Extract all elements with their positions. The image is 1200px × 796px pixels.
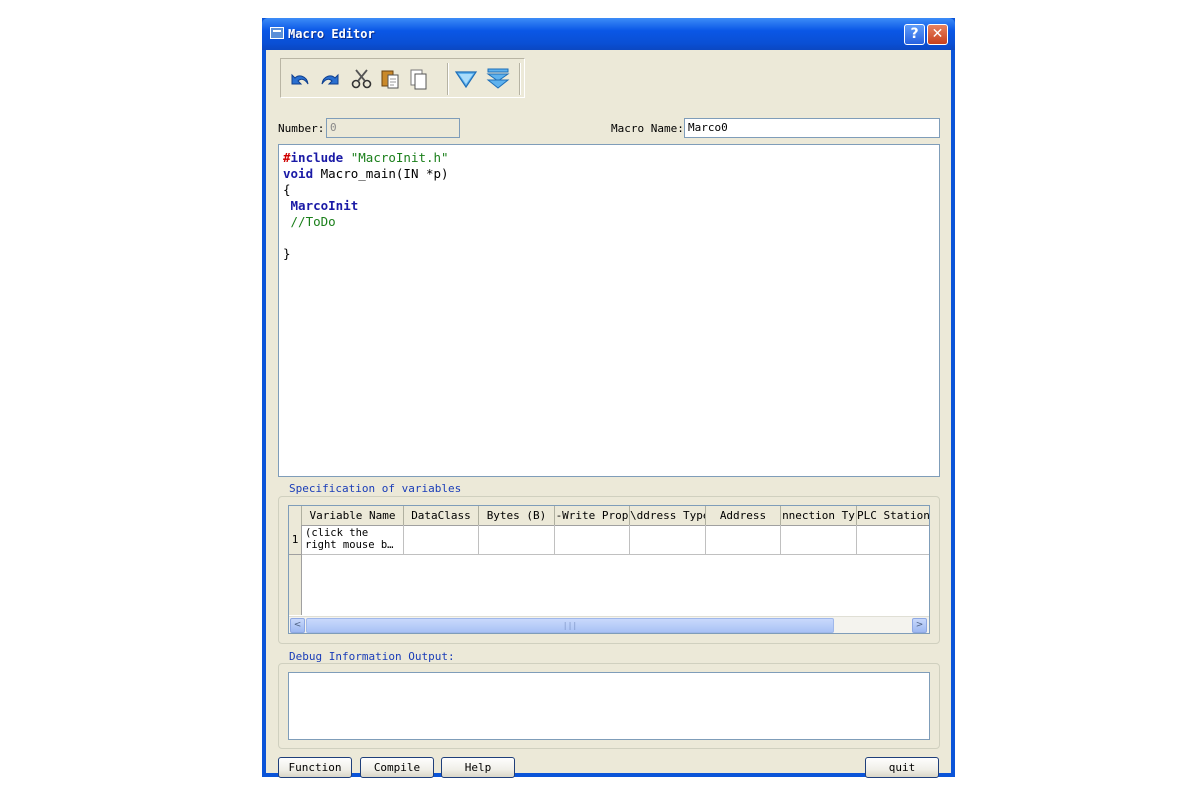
grid-header: Variable Name DataClass Bytes (B) -Write… <box>289 506 929 526</box>
code-include-keyword: include <box>290 150 344 165</box>
code-void-keyword: void <box>283 166 314 181</box>
table-cell[interactable] <box>479 525 555 555</box>
code-comment-todo: //ToDo <box>290 214 336 229</box>
double-down-arrow-icon[interactable] <box>485 67 511 91</box>
code-marcoinit: MarcoInit <box>290 198 359 213</box>
copy-icon[interactable] <box>377 67 403 91</box>
window-client-area: Number: 0 Macro Name: Marco0 #include "M… <box>266 50 951 778</box>
column-header[interactable]: DataClass <box>404 506 479 525</box>
column-header[interactable]: PLC Station <box>857 506 929 525</box>
scroll-left-button[interactable]: < <box>290 618 305 633</box>
compile-button[interactable]: Compile <box>360 757 434 778</box>
table-cell[interactable] <box>404 525 479 555</box>
macro-editor-window: Macro Editor ? ✕ Number: 0 Macro Name: M… <box>262 18 955 778</box>
toolbar-separator <box>447 63 449 95</box>
window-app-icon <box>270 27 284 39</box>
title-bar[interactable]: Macro Editor ? ✕ <box>262 18 955 50</box>
column-header[interactable]: -Write Prop <box>555 506 630 525</box>
macro-name-input[interactable]: Marco0 <box>684 118 940 138</box>
redo-icon[interactable] <box>317 67 343 91</box>
undo-icon[interactable] <box>287 67 313 91</box>
code-main-signature: Macro_main(IN *p) <box>313 166 449 181</box>
help-title-button[interactable]: ? <box>904 24 925 45</box>
variables-grid[interactable]: Variable Name DataClass Bytes (B) -Write… <box>288 505 930 634</box>
column-header[interactable]: nnection Ty <box>781 506 857 525</box>
quit-button[interactable]: quit <box>865 757 939 778</box>
table-cell[interactable]: (click the right mouse b… <box>302 525 404 555</box>
debug-output[interactable] <box>288 672 930 740</box>
help-button[interactable]: Help <box>441 757 515 778</box>
scroll-thumb[interactable]: ||| <box>306 618 834 633</box>
row-header-empty <box>289 555 302 615</box>
cut-icon[interactable] <box>349 67 375 91</box>
table-cell[interactable] <box>857 525 929 555</box>
code-editor[interactable]: #include "MacroInit.h" void Macro_main(I… <box>278 144 940 477</box>
table-cell[interactable] <box>630 525 706 555</box>
column-header[interactable]: \ddress Type <box>630 506 706 525</box>
toolbar <box>280 58 525 98</box>
column-header[interactable]: Bytes (B) <box>479 506 555 525</box>
number-label: Number: <box>278 122 325 135</box>
column-header[interactable]: Address <box>706 506 781 525</box>
window-title: Macro Editor <box>288 27 375 41</box>
scroll-right-button[interactable]: > <box>912 618 927 633</box>
column-header[interactable]: Variable Name <box>302 506 404 525</box>
function-button[interactable]: Function <box>278 757 352 778</box>
close-button[interactable]: ✕ <box>927 24 948 45</box>
code-close-brace: } <box>283 246 291 261</box>
table-cell[interactable] <box>555 525 630 555</box>
row-header[interactable]: 1 <box>289 525 302 555</box>
code-open-brace: { <box>283 182 291 197</box>
paste-icon[interactable] <box>405 67 431 91</box>
horizontal-scrollbar[interactable]: < ||| > <box>289 616 929 633</box>
grid-corner-cell <box>289 506 302 525</box>
number-field: 0 <box>326 118 460 138</box>
toolbar-separator <box>519 63 521 95</box>
variables-group-title: Specification of variables <box>286 482 465 495</box>
code-include-string: "MacroInit.h" <box>350 150 449 165</box>
macro-name-label: Macro Name: <box>611 122 684 135</box>
table-cell[interactable] <box>706 525 781 555</box>
code-hash: # <box>283 150 291 165</box>
debug-group-title: Debug Information Output: <box>286 650 458 663</box>
table-cell[interactable] <box>781 525 857 555</box>
down-arrow-icon[interactable] <box>453 67 479 91</box>
